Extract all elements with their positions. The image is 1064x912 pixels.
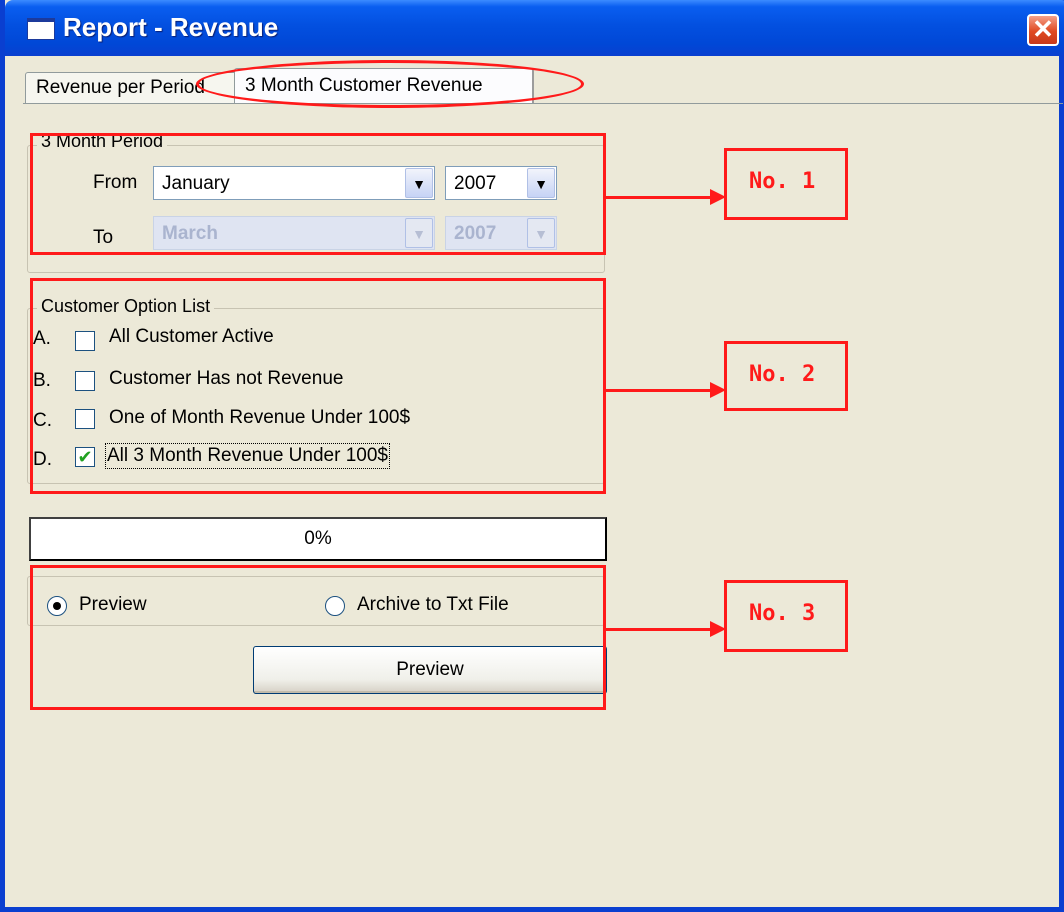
close-icon: ✕: [1032, 14, 1054, 44]
tab-divider: [23, 103, 1063, 104]
tab-highlight-ellipse: [196, 60, 584, 108]
highlight-box-1: [30, 133, 606, 255]
window-title: Report - Revenue: [63, 12, 279, 42]
annotation-label-2: No. 2: [724, 341, 848, 411]
progress-bar: 0%: [29, 517, 607, 561]
annotation-arrow-3: [606, 628, 712, 631]
window-app-icon: [27, 18, 55, 40]
progress-text: 0%: [304, 528, 332, 549]
annotation-text-3: No. 3: [749, 601, 816, 626]
highlight-box-3: [30, 565, 606, 710]
annotation-label-1: No. 1: [724, 148, 848, 220]
title-bar[interactable]: Report - Revenue ✕: [5, 0, 1064, 56]
annotation-arrow-1: [606, 196, 712, 199]
annotation-text-2: No. 2: [749, 362, 816, 387]
annotation-text-1: No. 1: [749, 169, 816, 194]
annotation-label-3: No. 3: [724, 580, 848, 652]
highlight-box-2: [30, 278, 606, 494]
annotation-arrow-2: [606, 389, 712, 392]
close-button[interactable]: ✕: [1027, 14, 1059, 46]
